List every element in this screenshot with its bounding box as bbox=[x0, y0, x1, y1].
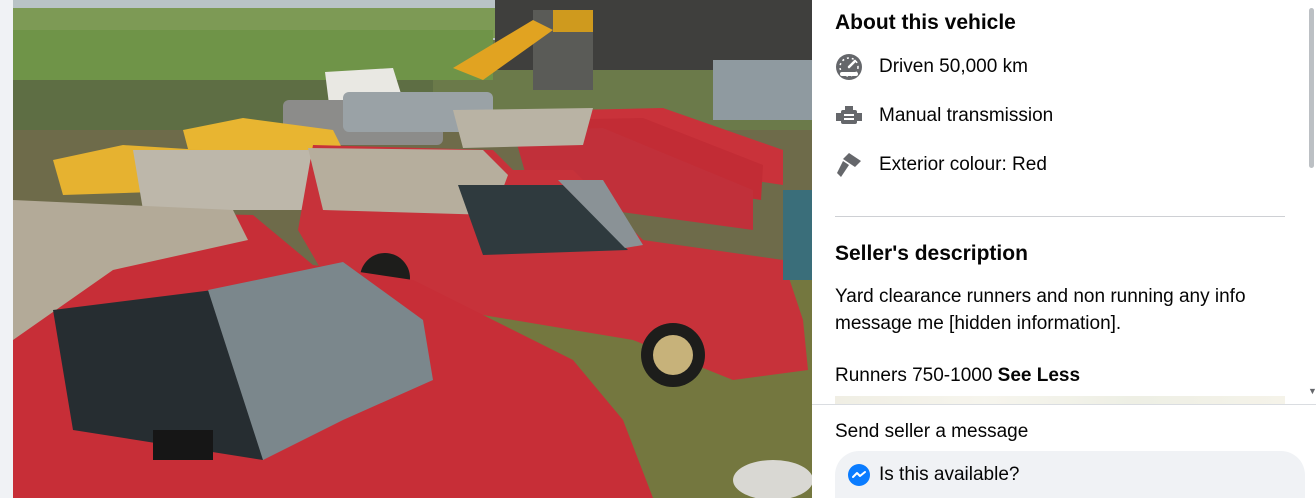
seller-description-heading: Seller's description bbox=[835, 242, 1028, 265]
about-vehicle-heading: About this vehicle bbox=[835, 11, 1016, 34]
faded-content bbox=[835, 396, 1285, 404]
send-message-heading: Send seller a message bbox=[835, 421, 1029, 442]
message-input-value[interactable]: Is this available? bbox=[879, 464, 1019, 486]
scrollbar[interactable]: ▼ bbox=[1305, 0, 1316, 404]
vehicle-photo[interactable] bbox=[13, 0, 812, 498]
listing-detail-panel: About this vehicle Driven 50,000 km Manu… bbox=[812, 0, 1316, 498]
details-scroll-area[interactable]: About this vehicle Driven 50,000 km Manu… bbox=[812, 0, 1308, 404]
paint-brush-icon bbox=[835, 151, 863, 179]
colour-label: Exterior colour: Red bbox=[879, 154, 1047, 175]
colour-row: Exterior colour: Red bbox=[835, 150, 1047, 180]
scrollbar-thumb[interactable] bbox=[1309, 8, 1314, 168]
message-divider bbox=[812, 404, 1316, 405]
engine-icon bbox=[835, 102, 863, 130]
see-less-link[interactable]: See Less bbox=[998, 365, 1080, 386]
transmission-row: Manual transmission bbox=[835, 101, 1053, 131]
section-divider bbox=[835, 216, 1285, 217]
message-input[interactable]: Is this available? bbox=[835, 451, 1305, 498]
messenger-icon bbox=[848, 463, 870, 486]
seller-description-more: Runners 750-1000 See Less bbox=[835, 365, 1080, 387]
transmission-label: Manual transmission bbox=[879, 105, 1054, 126]
runners-price-text: Runners 750-1000 bbox=[835, 365, 993, 386]
scroll-down-arrow-icon[interactable]: ▼ bbox=[1308, 386, 1316, 396]
mileage-label: Driven 50,000 km bbox=[879, 56, 1028, 77]
seller-description-text: Yard clearance runners and non running a… bbox=[835, 286, 1246, 334]
mileage-row: Driven 50,000 km bbox=[835, 52, 1028, 82]
left-gutter bbox=[0, 0, 13, 498]
speedometer-icon bbox=[835, 53, 863, 81]
